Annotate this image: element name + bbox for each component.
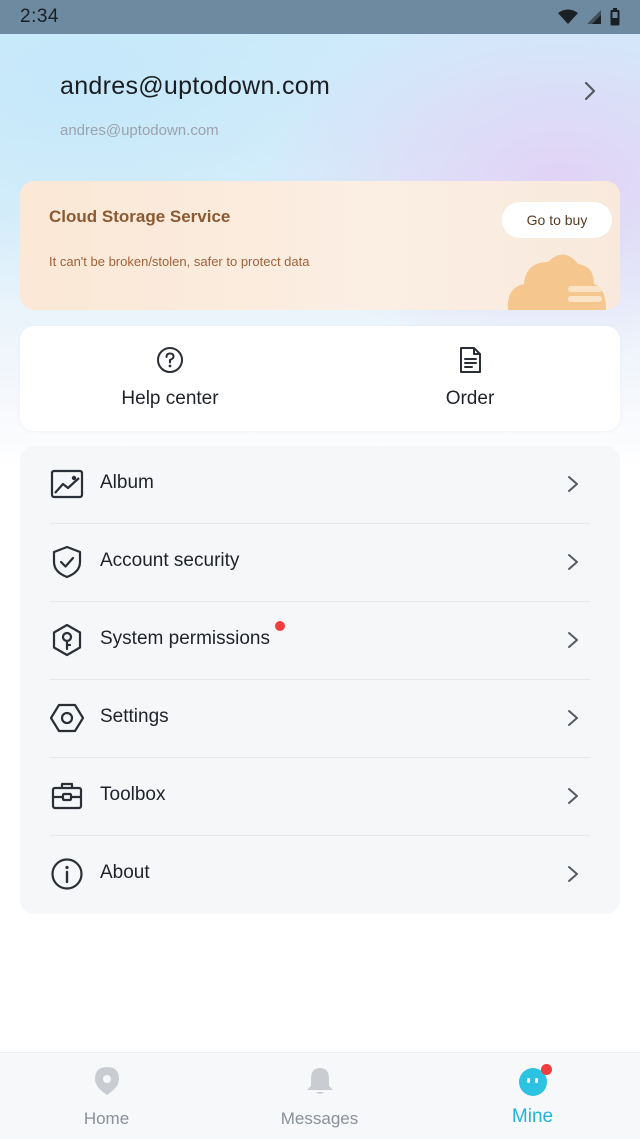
question-circle-icon [157,347,183,373]
shield-check-icon [52,545,82,579]
tab-label-messages: Messages [280,1109,359,1128]
menu-item-album[interactable]: Album [20,446,620,524]
toolbox-icon [51,782,83,810]
notification-badge [275,621,285,631]
status-icons [558,8,620,26]
tab-home[interactable]: Home [0,1053,213,1139]
profile-header[interactable]: andres@uptodown.com andres@uptodown.com [60,72,600,152]
help-center-button[interactable]: Help center [20,326,320,431]
tab-label-mine: Mine [511,1106,554,1127]
menu-label-settings: Settings [100,706,169,727]
banner-description: It can't be broken/stolen, safer to prot… [49,254,310,269]
banner-title: Cloud Storage Service [49,207,231,226]
document-icon [460,347,481,373]
info-circle-icon [51,858,83,890]
image-icon [50,469,84,499]
chevron-right-icon [584,81,596,101]
menu-label-about: About [100,862,150,883]
menu-label-album: Album [100,472,154,493]
tab-messages[interactable]: Messages [213,1053,426,1139]
cloud-storage-banner[interactable]: Cloud Storage Service It can't be broken… [20,181,620,310]
cloud-illustration-icon [507,254,606,310]
chevron-right-icon [568,554,578,570]
profile-name: andres@uptodown.com [60,72,331,100]
key-hexagon-icon [52,623,82,657]
chevron-right-icon [568,710,578,726]
cellular-signal-icon [587,10,601,24]
chevron-right-icon [568,788,578,804]
menu-item-about[interactable]: About [20,836,620,914]
bottom-tab-bar: Home Messages Mine [0,1052,640,1139]
battery-icon [610,8,620,26]
menu-label-toolbox: Toolbox [100,784,166,805]
notification-badge [541,1064,552,1075]
order-button[interactable]: Order [320,326,620,431]
menu-item-toolbox[interactable]: Toolbox [20,758,620,836]
gear-hexagon-icon [50,703,84,733]
status-time: 2:34 [20,6,59,27]
status-bar: 2:34 [0,0,640,34]
chevron-right-icon [568,476,578,492]
chevron-right-icon [568,632,578,648]
profile-subtitle: andres@uptodown.com [60,122,219,139]
help-center-label: Help center [121,388,219,409]
bell-icon [307,1068,333,1094]
tab-label-home: Home [83,1109,130,1128]
menu-item-settings[interactable]: Settings [20,680,620,758]
menu-label-system-permissions: System permissions [100,628,270,649]
home-pin-icon [95,1067,119,1095]
order-label: Order [445,388,495,409]
wifi-icon [558,9,578,24]
menu-item-system-permissions[interactable]: System permissions [20,602,620,680]
go-to-buy-button[interactable]: Go to buy [502,202,612,238]
quick-actions-card: Help center Order [20,326,620,431]
menu-item-account-security[interactable]: Account security [20,524,620,602]
menu-list: Album Account security System permission… [20,446,620,914]
menu-label-account-security: Account security [100,550,240,571]
tab-mine[interactable]: Mine [426,1053,639,1139]
chevron-right-icon [568,866,578,882]
